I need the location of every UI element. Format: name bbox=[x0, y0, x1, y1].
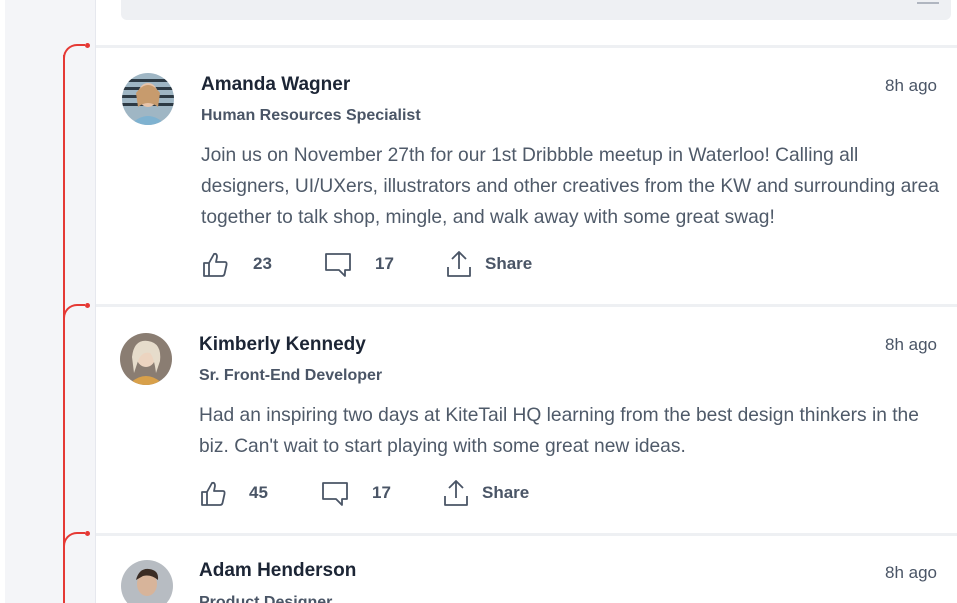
thread-node bbox=[85, 303, 90, 308]
post-composer-input[interactable] bbox=[121, 0, 951, 20]
comment-count: 17 bbox=[375, 254, 394, 273]
comment-count: 17 bbox=[372, 483, 391, 502]
post-actions: 45 17 Share bbox=[199, 477, 599, 509]
like-count: 45 bbox=[249, 483, 268, 502]
author-name[interactable]: Amanda Wagner bbox=[201, 74, 350, 96]
thread-line bbox=[63, 55, 65, 603]
like-count: 23 bbox=[253, 254, 272, 273]
thumbs-up-icon bbox=[201, 250, 229, 278]
post-text: Had an inspiring two days at KiteTail HQ… bbox=[199, 405, 919, 457]
avatar[interactable] bbox=[122, 73, 174, 125]
avatar[interactable] bbox=[120, 333, 172, 385]
share-label: Share bbox=[485, 254, 533, 273]
post-timestamp: 8h ago bbox=[885, 76, 937, 95]
share-upload-icon bbox=[442, 478, 470, 508]
comment-icon bbox=[320, 479, 350, 507]
thread-node bbox=[85, 43, 90, 48]
avatar[interactable] bbox=[121, 560, 173, 603]
like-button[interactable]: 23 bbox=[201, 248, 272, 280]
composer-icon bbox=[917, 2, 939, 4]
share-button[interactable]: Share bbox=[445, 248, 532, 280]
author-role: Product Designer bbox=[199, 594, 333, 603]
post-actions: 23 17 Share bbox=[201, 248, 601, 280]
author-name[interactable]: Adam Henderson bbox=[199, 560, 356, 582]
comment-button[interactable]: 17 bbox=[320, 477, 391, 509]
post-card: Amanda Wagner Human Resources Specialist… bbox=[96, 48, 957, 304]
post-text: Join us on November 27th for our 1st Dri… bbox=[201, 145, 939, 228]
sidebar bbox=[5, 0, 96, 603]
author-role: Human Resources Specialist bbox=[201, 107, 421, 124]
post-card: Adam Henderson Product Designer 8h ago bbox=[96, 536, 957, 603]
comment-icon bbox=[323, 250, 353, 278]
feed: Amanda Wagner Human Resources Specialist… bbox=[96, 0, 957, 603]
comment-button[interactable]: 17 bbox=[323, 248, 394, 280]
like-button[interactable]: 45 bbox=[199, 477, 268, 509]
share-button[interactable]: Share bbox=[442, 477, 529, 509]
share-label: Share bbox=[482, 483, 530, 502]
author-name[interactable]: Kimberly Kennedy bbox=[199, 334, 366, 356]
thread-node bbox=[85, 531, 90, 536]
thumbs-up-icon bbox=[199, 479, 227, 507]
post-card: Kimberly Kennedy Sr. Front-End Developer… bbox=[96, 307, 957, 533]
post-timestamp: 8h ago bbox=[885, 563, 937, 582]
share-upload-icon bbox=[445, 249, 473, 279]
post-timestamp: 8h ago bbox=[885, 335, 937, 354]
author-role: Sr. Front-End Developer bbox=[199, 367, 383, 384]
